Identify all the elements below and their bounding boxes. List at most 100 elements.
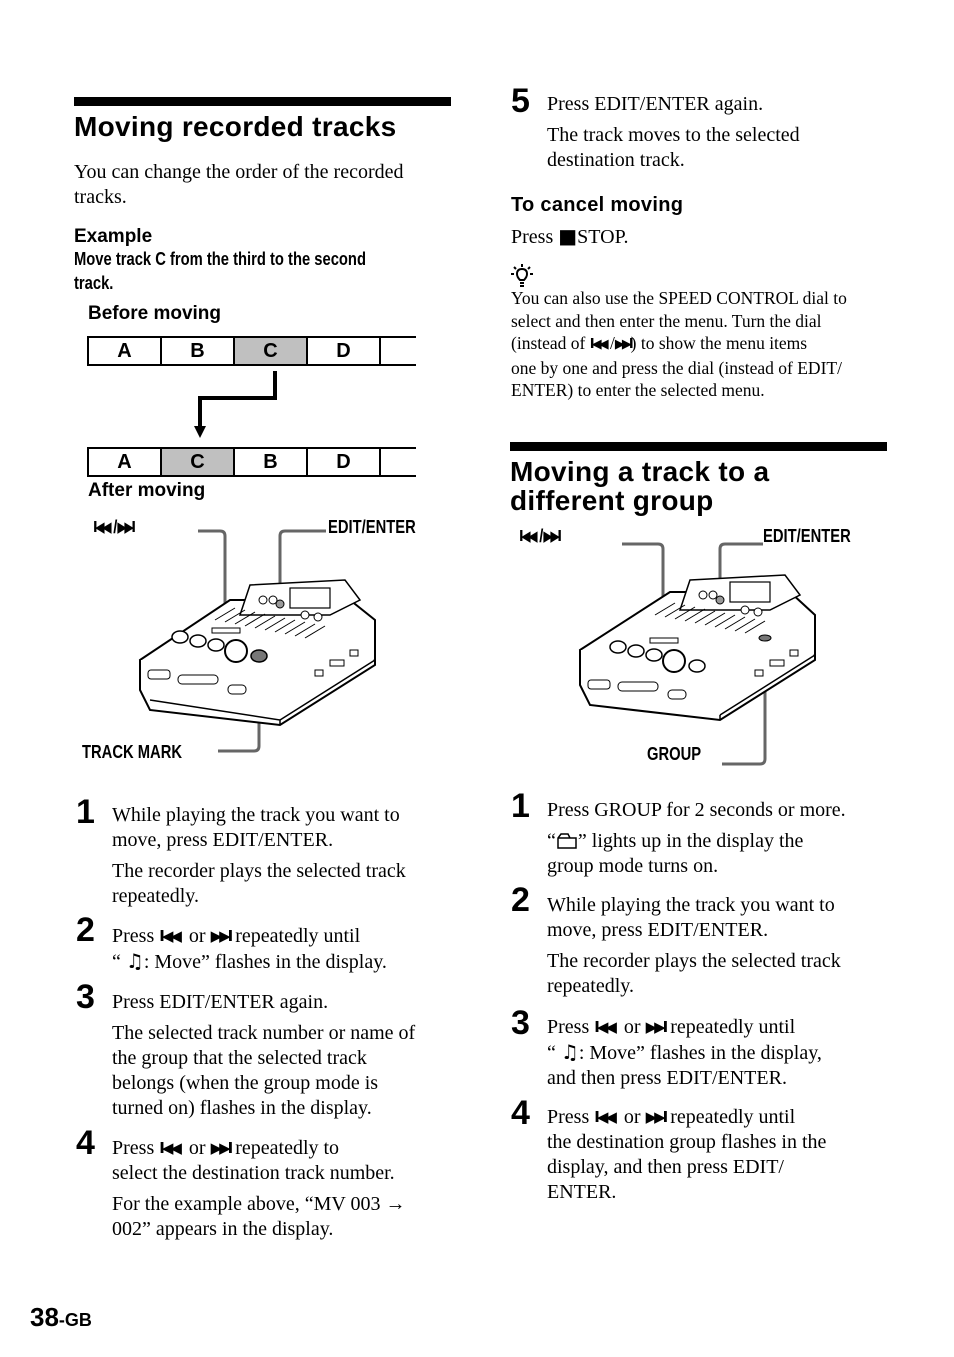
step-note: group mode turns on. bbox=[547, 855, 719, 877]
step-text: Press bbox=[547, 1106, 590, 1128]
track-cell: D bbox=[306, 336, 381, 366]
cancel-moving-heading: To cancel moving bbox=[511, 194, 684, 216]
next-icon: ▶▶I bbox=[210, 1139, 234, 1157]
step-note: destination track. bbox=[547, 149, 685, 171]
step-text: repeatedly until bbox=[235, 925, 361, 947]
step-number: 4 bbox=[76, 1124, 95, 1162]
step-number: 2 bbox=[511, 881, 530, 919]
prev-icon: I◀◀ bbox=[594, 1108, 617, 1126]
quote-open: “ bbox=[547, 830, 556, 852]
step-text: repeatedly to bbox=[235, 1137, 340, 1159]
prev-icon: I◀◀ bbox=[519, 527, 538, 545]
tip-lightbulb-icon bbox=[511, 264, 533, 287]
prev-icon: I◀◀ bbox=[589, 337, 609, 352]
step-number: 3 bbox=[511, 1004, 530, 1042]
step-note: 002” appears in the display. bbox=[112, 1218, 334, 1240]
skip-buttons-callout-label: I◀◀ /▶▶I bbox=[93, 517, 136, 537]
track-cell-empty bbox=[379, 336, 416, 366]
next-icon: ▶▶I bbox=[614, 337, 634, 352]
next-icon: ▶▶I bbox=[645, 1018, 669, 1036]
after-track-list: A C B D bbox=[87, 447, 416, 477]
prev-icon: I◀◀ bbox=[159, 927, 182, 945]
track-cell: D bbox=[306, 447, 381, 477]
step-note: belongs (when the group mode is bbox=[112, 1072, 379, 1094]
step-number: 5 bbox=[511, 82, 530, 120]
title-line: Moving a track to a bbox=[510, 456, 770, 487]
prev-icon: I◀◀ bbox=[594, 1018, 617, 1036]
step-note: For the example above, “MV 003 → bbox=[112, 1193, 406, 1215]
section-title-moving-to-group: Moving a track to a different group bbox=[510, 457, 769, 515]
step-note: the group that the selected track bbox=[112, 1047, 367, 1069]
group-folder-icon bbox=[557, 833, 577, 849]
after-moving-label: After moving bbox=[88, 480, 206, 501]
stop-icon: ■ bbox=[558, 224, 578, 248]
step-text: or bbox=[188, 1137, 206, 1159]
page-number: 38-GB bbox=[30, 1302, 92, 1333]
step-note: The recorder plays the selected track bbox=[547, 950, 841, 972]
page-number-value: 38 bbox=[30, 1302, 59, 1332]
step-text: Press bbox=[112, 925, 155, 947]
tip-line: (instead of bbox=[511, 333, 586, 353]
quote-open: “ bbox=[112, 951, 121, 973]
step-note: turned on) flashes in the display. bbox=[112, 1097, 372, 1119]
move-arrow bbox=[194, 371, 277, 438]
step-note: repeatedly. bbox=[547, 975, 634, 997]
before-moving-label: Before moving bbox=[88, 303, 222, 324]
step-text: or bbox=[188, 925, 206, 947]
page-number-suffix: -GB bbox=[58, 1310, 92, 1330]
next-icon: ▶▶I bbox=[210, 927, 234, 945]
before-track-list: A B C D bbox=[87, 336, 416, 366]
step-text: Press bbox=[112, 1137, 155, 1159]
title-line: different group bbox=[510, 485, 714, 516]
minidisc-recorder-illustration bbox=[578, 542, 816, 766]
group-step-4-text: Press I◀◀ or ▶▶I repeatedly until the de… bbox=[547, 1105, 826, 1205]
cancel-moving-text: Press ■STOP. bbox=[511, 224, 628, 250]
step-line: and then press EDIT/ENTER. bbox=[547, 1067, 787, 1089]
next-icon: ▶▶I bbox=[645, 1108, 669, 1126]
tip-line: select and then enter the menu. Turn the… bbox=[511, 310, 822, 331]
intro-text: You can change the order of the recorded… bbox=[74, 161, 404, 208]
cancel-text-pre: Press bbox=[511, 226, 554, 248]
step-number: 3 bbox=[76, 978, 95, 1016]
step-line: move, press EDIT/ENTER. bbox=[547, 919, 769, 941]
step-4-text: Press I◀◀ or ▶▶I repeatedly to select th… bbox=[112, 1136, 405, 1242]
prev-icon: I◀◀ bbox=[93, 518, 112, 536]
step-text: repeatedly until bbox=[670, 1106, 796, 1128]
step-2-text: Press I◀◀ or ▶▶I repeatedly until “ ♫: M… bbox=[112, 924, 387, 975]
step-number: 1 bbox=[76, 793, 95, 831]
step-text: Press bbox=[547, 1016, 590, 1038]
track-cell: B bbox=[160, 336, 235, 366]
minidisc-recorder-illustration bbox=[138, 529, 376, 753]
step-3-text: Press EDIT/ENTER again. The selected tra… bbox=[112, 990, 415, 1121]
example-text-line2: track. bbox=[74, 273, 114, 293]
track-cell-empty bbox=[379, 447, 416, 477]
step-5-text: Press EDIT/ENTER again. The track moves … bbox=[547, 92, 800, 173]
track-cell: B bbox=[233, 447, 308, 477]
tip-line: ENTER) to enter the selected menu. bbox=[511, 380, 765, 400]
group-step-2-text: While playing the track you want to move… bbox=[547, 893, 841, 999]
step-number: 2 bbox=[76, 911, 95, 949]
step-line: Press GROUP for 2 seconds or more. bbox=[547, 799, 846, 821]
track-cell-highlighted: C bbox=[160, 447, 235, 477]
step-note: The recorder plays the selected track bbox=[112, 860, 406, 882]
step-line: move, press EDIT/ENTER. bbox=[112, 829, 334, 851]
step-number: 4 bbox=[511, 1094, 530, 1132]
step-note: ” lights up in the display the bbox=[577, 830, 804, 852]
tip-text: You can also use the SPEED CONTROL dial … bbox=[511, 287, 891, 402]
tip-line: ) to show the menu items bbox=[630, 333, 808, 353]
step-text: : Move” flashes in the display. bbox=[143, 951, 387, 973]
example-label: Example bbox=[74, 226, 153, 247]
track-cell: A bbox=[87, 447, 162, 477]
step-line: display, and then press EDIT/ bbox=[547, 1156, 784, 1178]
step-text: or bbox=[623, 1106, 641, 1128]
tip-line: one by one and press the dial (instead o… bbox=[511, 357, 842, 378]
step-line: the destination group flashes in the bbox=[547, 1131, 827, 1153]
group-step-1-text: Press GROUP for 2 seconds or more. “ ” li… bbox=[547, 798, 846, 879]
step-note: The selected track number or name of bbox=[112, 1022, 416, 1044]
step-text: or bbox=[623, 1016, 641, 1038]
music-note-icon: ♫ bbox=[125, 949, 144, 973]
tip-line: You can also use the SPEED CONTROL dial … bbox=[511, 288, 847, 308]
step-line: select the destination track number. bbox=[112, 1162, 395, 1184]
skip-buttons-callout-label: I◀◀ /▶▶I bbox=[519, 526, 562, 546]
section-rule-left bbox=[74, 97, 451, 106]
